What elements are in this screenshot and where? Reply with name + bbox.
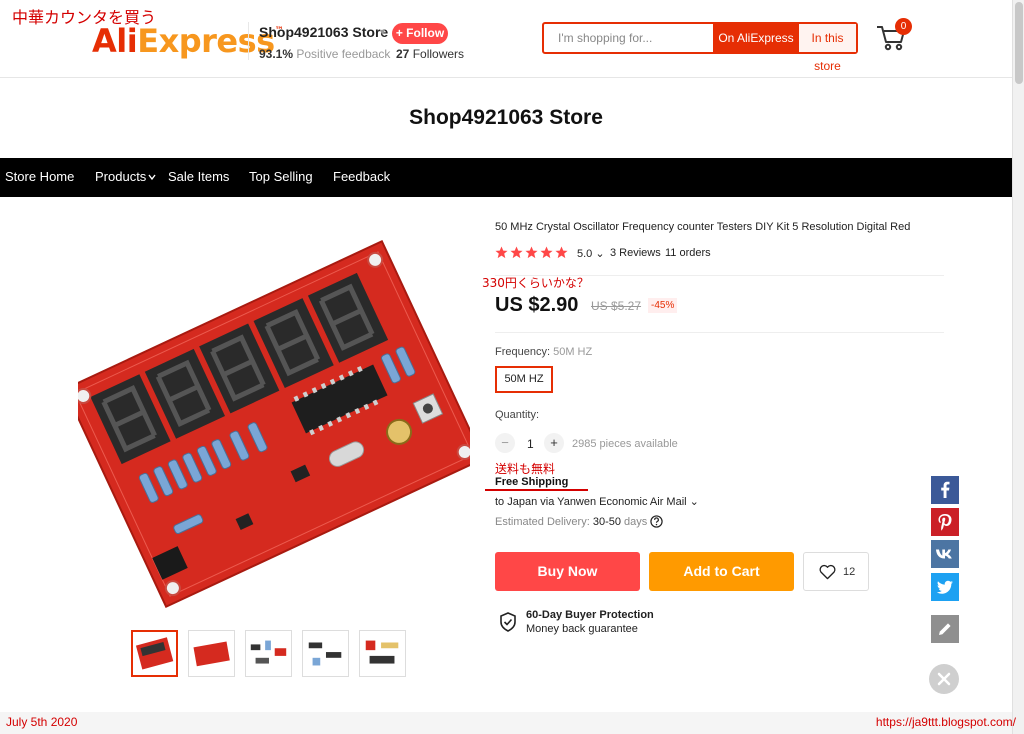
thumbnail-1[interactable] (131, 630, 178, 677)
chevron-down-icon[interactable] (148, 173, 156, 181)
delivery-days: 30-50 (592, 516, 621, 528)
followers-number: 27 (396, 47, 410, 61)
quantity-increase-button[interactable]: + (544, 433, 564, 453)
thumbnail-strip (131, 630, 406, 677)
star-icon (555, 246, 568, 259)
star-rating (495, 246, 568, 259)
nav-sale-items[interactable]: Sale Items (168, 169, 229, 184)
annotation-top-note: 中華カウンタを買う (12, 8, 157, 27)
annotation-price-note: 330円くらいかな？ (482, 276, 589, 290)
thumbnail-2[interactable] (188, 630, 235, 677)
search-bar: On AliExpress In this store (542, 22, 858, 73)
store-dropdown-caret-icon[interactable]: ▼ (378, 27, 387, 37)
estimated-delivery: Estimated Delivery: 30-50 days (495, 516, 647, 528)
annotation-underline (485, 489, 588, 491)
original-price: US $5.27 (591, 299, 642, 313)
shield-check-icon (500, 612, 516, 632)
store-title: Shop4921063 Store (409, 106, 603, 129)
buyer-protection-subtitle: Money back guarantee (526, 623, 638, 635)
divider (495, 332, 944, 333)
pinterest-icon[interactable] (931, 508, 959, 536)
search-input[interactable] (544, 24, 713, 52)
close-icon[interactable] (929, 664, 959, 694)
nav-products[interactable]: Products (95, 169, 146, 184)
star-icon (495, 246, 508, 259)
followers-label: Followers (412, 47, 465, 61)
annotation-blog-url: https://ja9ttt.blogspot.com/ (875, 715, 1016, 729)
wishlist-count: 12 (843, 566, 856, 578)
add-to-cart-button[interactable]: Add to Cart (649, 552, 794, 591)
reviews-link[interactable]: 3 Reviews (610, 247, 661, 259)
follow-button[interactable]: + Follow (392, 23, 448, 44)
annotation-shipping-note: 送料も無料 (495, 462, 556, 476)
thumbnail-3[interactable] (245, 630, 292, 677)
frequency-label-text: Frequency: (495, 346, 551, 358)
chevron-down-icon: ⌄ (595, 248, 605, 260)
rating-value[interactable]: 5.0 ⌄ (577, 247, 605, 260)
shipping-method[interactable]: to Japan via Yanwen Economic Air Mail ⌄ (495, 495, 699, 508)
frequency-option-50mhz[interactable]: 50M HZ (495, 366, 553, 393)
product-main-image[interactable] (78, 230, 470, 618)
product-title: 50 MHz Crystal Oscillator Frequency coun… (495, 221, 911, 233)
delivery-label: Estimated Delivery: (495, 516, 590, 528)
star-icon (525, 246, 538, 259)
discount-badge: -45% (648, 298, 678, 313)
facebook-icon[interactable] (931, 476, 959, 504)
scrollbar-thumb[interactable] (1015, 2, 1023, 84)
thumbnail-4[interactable] (302, 630, 349, 677)
feedback-label: Positive feedback (296, 47, 391, 61)
star-icon (540, 246, 553, 259)
edit-pencil-icon[interactable] (931, 615, 959, 643)
frequency-selected-value: 50M HZ (553, 346, 593, 358)
help-icon[interactable] (650, 515, 663, 528)
nav-top-selling[interactable]: Top Selling (249, 169, 313, 184)
frequency-label: Frequency: 50M HZ (495, 346, 592, 358)
positive-feedback: 93.1% Positive feedback (259, 47, 390, 61)
quantity-label: Quantity: (495, 409, 540, 421)
rating-number: 5.0 (577, 248, 593, 260)
close-x-glyph-icon (937, 672, 951, 686)
current-price: US $2.90 (495, 294, 579, 316)
shipping-method-text: to Japan via Yanwen Economic Air Mail (495, 496, 687, 508)
search-on-aliexpress-button[interactable]: On AliExpress (713, 24, 799, 52)
quantity-decrease-button[interactable]: − (495, 433, 515, 453)
buyer-protection-title: 60-Day Buyer Protection (526, 609, 654, 621)
wishlist-button[interactable]: 12 (803, 552, 869, 591)
stock-available: 2985 pieces available (572, 438, 678, 450)
followers-count: 27 Followers (396, 47, 464, 61)
logo-express-text: Express (137, 22, 275, 60)
annotation-date: July 5th 2020 (6, 715, 78, 729)
page-scrollbar[interactable] (1012, 0, 1024, 734)
feedback-percent: 93.1% (259, 47, 294, 61)
delivery-unit: days (624, 516, 648, 528)
buy-now-button[interactable]: Buy Now (495, 552, 640, 591)
star-icon (510, 246, 523, 259)
twitter-icon[interactable] (931, 573, 959, 601)
search-in-store-button[interactable]: In this store (799, 24, 856, 73)
orders-count: 11 orders (665, 247, 711, 259)
vk-icon[interactable] (931, 540, 959, 568)
heart-icon (819, 564, 836, 580)
quantity-input[interactable]: 1 (527, 437, 534, 451)
cart-count-badge: 0 (895, 18, 912, 35)
header-store-name[interactable]: Shop4921063 Store (259, 24, 388, 40)
free-shipping-label: Free Shipping (495, 476, 569, 488)
nav-store-home[interactable]: Store Home (5, 169, 74, 184)
footer-strip (0, 712, 1012, 734)
header-divider (248, 22, 249, 60)
nav-feedback[interactable]: Feedback (333, 169, 390, 184)
thumbnail-5[interactable] (359, 630, 406, 677)
chevron-down-icon: ⌄ (689, 496, 699, 508)
